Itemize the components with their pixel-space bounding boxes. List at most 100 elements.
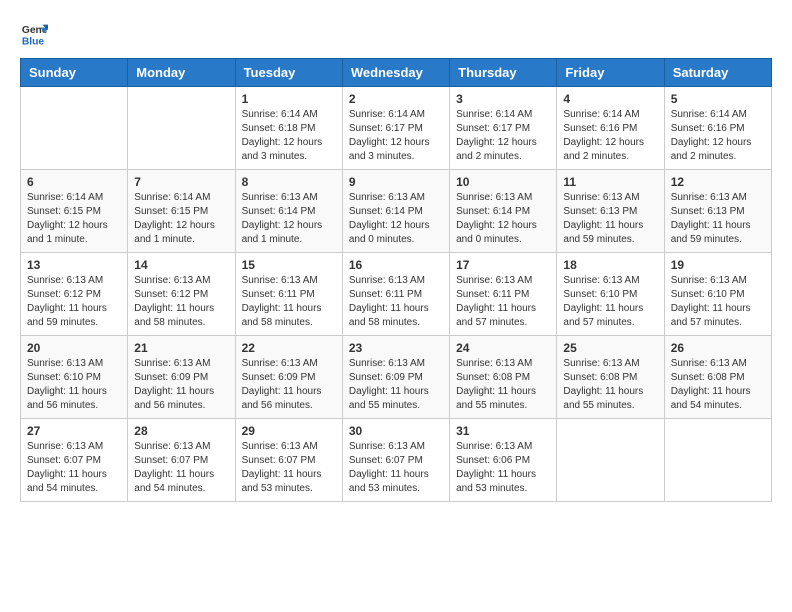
day-number: 4 xyxy=(563,92,657,106)
calendar-cell: 15 Sunrise: 6:13 AM Sunset: 6:11 PM Dayli… xyxy=(235,253,342,336)
day-info: Sunrise: 6:13 AM Sunset: 6:07 PM Dayligh… xyxy=(134,440,228,496)
day-info: Sunrise: 6:13 AM Sunset: 6:11 PM Dayligh… xyxy=(456,274,550,330)
calendar-cell: 28 Sunrise: 6:13 AM Sunset: 6:07 PM Dayli… xyxy=(128,419,235,502)
calendar-cell: 23 Sunrise: 6:13 AM Sunset: 6:09 PM Dayli… xyxy=(342,336,449,419)
day-number: 14 xyxy=(134,258,228,272)
calendar-week-row: 1 Sunrise: 6:14 AM Sunset: 6:18 PM Daylig… xyxy=(21,87,772,170)
day-number: 3 xyxy=(456,92,550,106)
calendar-cell: 8Sunrise: 6:13 AM Sunset: 6:14 PM Daylig… xyxy=(235,170,342,253)
calendar-cell xyxy=(21,87,128,170)
calendar-cell: 2 Sunrise: 6:14 AM Sunset: 6:17 PM Daylig… xyxy=(342,87,449,170)
day-info: Sunrise: 6:13 AM Sunset: 6:06 PM Dayligh… xyxy=(456,440,550,496)
day-info: Sunrise: 6:13 AM Sunset: 6:12 PM Dayligh… xyxy=(27,274,121,330)
day-number: 22 xyxy=(242,341,336,355)
day-info: Sunrise: 6:13 AM Sunset: 6:09 PM Dayligh… xyxy=(242,357,336,413)
day-info: Sunrise: 6:13 AM Sunset: 6:09 PM Dayligh… xyxy=(134,357,228,413)
calendar-cell: 13 Sunrise: 6:13 AM Sunset: 6:12 PM Dayli… xyxy=(21,253,128,336)
day-number: 15 xyxy=(242,258,336,272)
day-info: Sunrise: 6:13 AM Sunset: 6:10 PM Dayligh… xyxy=(27,357,121,413)
calendar-cell: 10 Sunrise: 6:13 AM Sunset: 6:14 PM Dayli… xyxy=(450,170,557,253)
day-of-week-header: Sunday xyxy=(21,59,128,87)
page-header: General Blue xyxy=(20,20,772,48)
day-info: Sunrise: 6:13 AM Sunset: 6:10 PM Dayligh… xyxy=(563,274,657,330)
day-number: 13 xyxy=(27,258,121,272)
calendar-week-row: 20 Sunrise: 6:13 AM Sunset: 6:10 PM Dayli… xyxy=(21,336,772,419)
day-number: 16 xyxy=(349,258,443,272)
day-info: Sunrise: 6:14 AM Sunset: 6:17 PM Dayligh… xyxy=(349,108,443,164)
calendar-cell: 29Sunrise: 6:13 AM Sunset: 6:07 PM Dayli… xyxy=(235,419,342,502)
day-number: 17 xyxy=(456,258,550,272)
day-number: 12 xyxy=(671,175,765,189)
day-info: Sunrise: 6:13 AM Sunset: 6:07 PM Dayligh… xyxy=(349,440,443,496)
calendar-cell: 26 Sunrise: 6:13 AM Sunset: 6:08 PM Dayli… xyxy=(664,336,771,419)
calendar-cell xyxy=(557,419,664,502)
day-number: 31 xyxy=(456,424,550,438)
calendar-cell: 11 Sunrise: 6:13 AM Sunset: 6:13 PM Dayli… xyxy=(557,170,664,253)
day-info: Sunrise: 6:13 AM Sunset: 6:13 PM Dayligh… xyxy=(563,191,657,247)
calendar-cell: 24 Sunrise: 6:13 AM Sunset: 6:08 PM Dayli… xyxy=(450,336,557,419)
day-number: 30 xyxy=(349,424,443,438)
day-info: Sunrise: 6:14 AM Sunset: 6:16 PM Dayligh… xyxy=(671,108,765,164)
calendar-cell: 6 Sunrise: 6:14 AM Sunset: 6:15 PM Daylig… xyxy=(21,170,128,253)
day-number: 10 xyxy=(456,175,550,189)
day-info: Sunrise: 6:13 AM Sunset: 6:07 PM Dayligh… xyxy=(27,440,121,496)
day-number: 26 xyxy=(671,341,765,355)
day-number: 20 xyxy=(27,341,121,355)
calendar-cell: 3 Sunrise: 6:14 AM Sunset: 6:17 PM Daylig… xyxy=(450,87,557,170)
day-of-week-header: Wednesday xyxy=(342,59,449,87)
calendar-cell: 1 Sunrise: 6:14 AM Sunset: 6:18 PM Daylig… xyxy=(235,87,342,170)
day-of-week-header: Monday xyxy=(128,59,235,87)
day-number: 24 xyxy=(456,341,550,355)
day-number: 2 xyxy=(349,92,443,106)
day-info: Sunrise: 6:13 AM Sunset: 6:08 PM Dayligh… xyxy=(456,357,550,413)
day-number: 6 xyxy=(27,175,121,189)
calendar-cell: 21 Sunrise: 6:13 AM Sunset: 6:09 PM Dayli… xyxy=(128,336,235,419)
calendar-cell: 16 Sunrise: 6:13 AM Sunset: 6:11 PM Dayli… xyxy=(342,253,449,336)
calendar-cell: 25 Sunrise: 6:13 AM Sunset: 6:08 PM Dayli… xyxy=(557,336,664,419)
calendar-cell: 27 Sunrise: 6:13 AM Sunset: 6:07 PM Dayli… xyxy=(21,419,128,502)
day-info: Sunrise: 6:13 AM Sunset: 6:11 PM Dayligh… xyxy=(242,274,336,330)
calendar-cell: 30 Sunrise: 6:13 AM Sunset: 6:07 PM Dayli… xyxy=(342,419,449,502)
day-number: 23 xyxy=(349,341,443,355)
day-number: 5 xyxy=(671,92,765,106)
day-number: 11 xyxy=(563,175,657,189)
day-number: 1 xyxy=(242,92,336,106)
logo-icon: General Blue xyxy=(20,20,48,48)
calendar-cell: 4 Sunrise: 6:14 AM Sunset: 6:16 PM Daylig… xyxy=(557,87,664,170)
day-info: Sunrise: 6:14 AM Sunset: 6:15 PM Dayligh… xyxy=(27,191,121,247)
day-number: 25 xyxy=(563,341,657,355)
day-info: Sunrise: 6:13 AM Sunset: 6:10 PM Dayligh… xyxy=(671,274,765,330)
calendar-cell: 12Sunrise: 6:13 AM Sunset: 6:13 PM Dayli… xyxy=(664,170,771,253)
day-of-week-header: Tuesday xyxy=(235,59,342,87)
calendar-table: SundayMondayTuesdayWednesdayThursdayFrid… xyxy=(20,58,772,502)
svg-text:Blue: Blue xyxy=(22,36,45,47)
calendar-cell xyxy=(128,87,235,170)
day-info: Sunrise: 6:14 AM Sunset: 6:15 PM Dayligh… xyxy=(134,191,228,247)
day-number: 21 xyxy=(134,341,228,355)
day-info: Sunrise: 6:13 AM Sunset: 6:08 PM Dayligh… xyxy=(563,357,657,413)
calendar-cell: 5 Sunrise: 6:14 AM Sunset: 6:16 PM Daylig… xyxy=(664,87,771,170)
day-info: Sunrise: 6:14 AM Sunset: 6:18 PM Dayligh… xyxy=(242,108,336,164)
day-info: Sunrise: 6:13 AM Sunset: 6:09 PM Dayligh… xyxy=(349,357,443,413)
day-of-week-header: Thursday xyxy=(450,59,557,87)
calendar-cell: 31 Sunrise: 6:13 AM Sunset: 6:06 PM Dayli… xyxy=(450,419,557,502)
day-info: Sunrise: 6:14 AM Sunset: 6:16 PM Dayligh… xyxy=(563,108,657,164)
calendar-cell: 18Sunrise: 6:13 AM Sunset: 6:10 PM Dayli… xyxy=(557,253,664,336)
day-info: Sunrise: 6:14 AM Sunset: 6:17 PM Dayligh… xyxy=(456,108,550,164)
calendar-cell: 20 Sunrise: 6:13 AM Sunset: 6:10 PM Dayli… xyxy=(21,336,128,419)
day-info: Sunrise: 6:13 AM Sunset: 6:12 PM Dayligh… xyxy=(134,274,228,330)
day-info: Sunrise: 6:13 AM Sunset: 6:11 PM Dayligh… xyxy=(349,274,443,330)
day-info: Sunrise: 6:13 AM Sunset: 6:08 PM Dayligh… xyxy=(671,357,765,413)
day-number: 28 xyxy=(134,424,228,438)
day-of-week-header: Saturday xyxy=(664,59,771,87)
calendar-week-row: 6 Sunrise: 6:14 AM Sunset: 6:15 PM Daylig… xyxy=(21,170,772,253)
day-info: Sunrise: 6:13 AM Sunset: 6:14 PM Dayligh… xyxy=(456,191,550,247)
day-of-week-header: Friday xyxy=(557,59,664,87)
day-number: 27 xyxy=(27,424,121,438)
calendar-cell: 7Sunrise: 6:14 AM Sunset: 6:15 PM Daylig… xyxy=(128,170,235,253)
calendar-cell xyxy=(664,419,771,502)
calendar-cell: 19Sunrise: 6:13 AM Sunset: 6:10 PM Dayli… xyxy=(664,253,771,336)
day-number: 9 xyxy=(349,175,443,189)
calendar-week-row: 13 Sunrise: 6:13 AM Sunset: 6:12 PM Dayli… xyxy=(21,253,772,336)
calendar-week-row: 27 Sunrise: 6:13 AM Sunset: 6:07 PM Dayli… xyxy=(21,419,772,502)
